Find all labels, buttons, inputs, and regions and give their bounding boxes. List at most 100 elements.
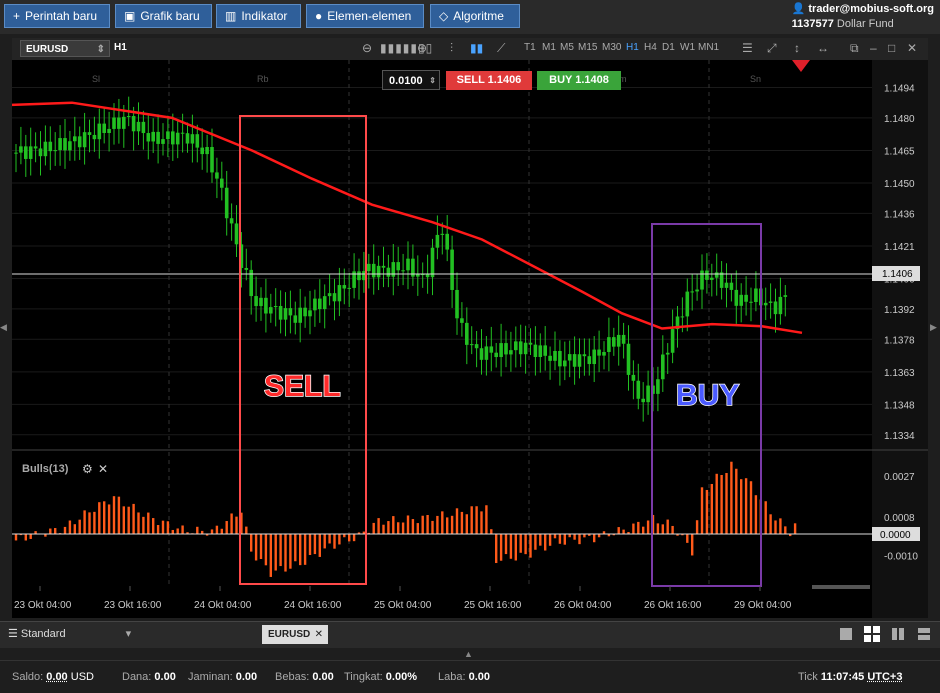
panel-toggle-icon[interactable]: ▲ bbox=[464, 649, 473, 659]
line-type-icon[interactable]: ⟋ bbox=[497, 41, 505, 56]
bulls-bar bbox=[157, 525, 159, 534]
candle-body bbox=[700, 271, 704, 290]
bulls-bar bbox=[397, 522, 399, 534]
sell-button[interactable]: SELL 1.1406 bbox=[446, 71, 532, 90]
bulls-bar bbox=[162, 521, 164, 534]
candle-body bbox=[107, 129, 111, 133]
bulls-bar bbox=[701, 487, 703, 534]
gear-icon[interactable]: ⚙ bbox=[82, 462, 93, 476]
candle-body bbox=[769, 301, 773, 302]
candle-body bbox=[754, 288, 758, 302]
bulls-bar bbox=[720, 475, 722, 534]
layout-rows-icon[interactable] bbox=[918, 628, 930, 640]
candle-body bbox=[151, 132, 155, 142]
candle-body bbox=[764, 303, 768, 305]
left-panel-toggle-icon[interactable]: ◀ bbox=[0, 322, 8, 338]
candle-body bbox=[774, 301, 778, 314]
algorithm-button[interactable]: ◇ Algoritme bbox=[430, 4, 520, 28]
bulls-bar bbox=[657, 523, 659, 534]
bulls-bar bbox=[177, 528, 179, 534]
bulls-bar bbox=[103, 501, 105, 534]
close-indicator-icon[interactable]: ✕ bbox=[98, 462, 108, 476]
layout-selector[interactable]: ☰ Standard ▾ bbox=[8, 627, 131, 640]
layout-columns-icon[interactable] bbox=[892, 628, 904, 640]
new-chart-button[interactable]: ▣ Grafik baru bbox=[115, 4, 212, 28]
layout-single-icon[interactable] bbox=[840, 628, 852, 640]
indicator-list-icon[interactable]: ☰ bbox=[742, 41, 753, 55]
candle-body bbox=[578, 354, 582, 366]
time-tick-label: 26 Okt 04:00 bbox=[554, 600, 612, 611]
symbol-selector[interactable]: EURUSD ⇕ bbox=[20, 40, 110, 57]
candle-body bbox=[627, 344, 631, 375]
indicator-tick-label: -0.0010 bbox=[884, 552, 918, 563]
scroll-icon[interactable]: ↔ bbox=[817, 41, 829, 55]
zoom-out-icon[interactable]: ⊖ bbox=[362, 41, 372, 55]
candle-body bbox=[377, 266, 381, 277]
timeframe-h1[interactable]: H1 bbox=[626, 42, 639, 53]
candle-body bbox=[529, 343, 533, 345]
price-chart[interactable]: Sl Rb m Sn 1.14941.14801.14651.14501.14361.… bbox=[12, 60, 928, 618]
close-icon[interactable]: ✕ bbox=[907, 41, 917, 55]
candle-type-icon[interactable]: ▮▮ bbox=[470, 41, 483, 55]
time-tick-label: 29 Okt 04:00 bbox=[734, 600, 792, 611]
bulls-bar bbox=[500, 534, 502, 561]
timeframe-t1[interactable]: T1 bbox=[524, 42, 536, 53]
bulls-bar bbox=[221, 529, 223, 534]
bulls-bar bbox=[417, 523, 419, 534]
horizontal-scrollbar[interactable] bbox=[812, 585, 870, 589]
right-panel-toggle-icon[interactable]: ▶ bbox=[930, 322, 938, 338]
main-toolbar: + Perintah baru ▣ Grafik baru ▥ Indikator ●… bbox=[0, 0, 940, 34]
bulls-bar bbox=[671, 526, 673, 534]
indicators-button[interactable]: ▥ Indikator bbox=[216, 4, 301, 28]
candle-body bbox=[607, 337, 611, 352]
timeframe-d1[interactable]: D1 bbox=[662, 42, 675, 53]
bar-type-icon[interactable]: ⫶ bbox=[450, 41, 453, 56]
account-info[interactable]: 👤 trader@mobius-soft.org 1137577 Dollar … bbox=[792, 2, 934, 32]
bulls-bar bbox=[123, 506, 125, 534]
timeframe-m1[interactable]: M1 bbox=[542, 42, 556, 53]
candle-body bbox=[98, 124, 102, 140]
candle-body bbox=[548, 356, 552, 361]
timeframe-h4[interactable]: H4 bbox=[644, 42, 657, 53]
bulls-bar bbox=[451, 516, 453, 534]
expand-icon[interactable]: ⤢ bbox=[767, 41, 777, 56]
candle-body bbox=[367, 264, 371, 271]
timeframe-m15[interactable]: M15 bbox=[578, 42, 597, 53]
bulls-bar bbox=[118, 497, 120, 534]
candle-body bbox=[725, 283, 729, 288]
candle-body bbox=[646, 386, 650, 403]
candle-body bbox=[78, 136, 82, 147]
candle-body bbox=[181, 133, 185, 134]
maximize-icon[interactable]: □ bbox=[888, 41, 895, 55]
candle-body bbox=[269, 307, 273, 313]
timeframe-m30[interactable]: M30 bbox=[602, 42, 621, 53]
candle-body bbox=[661, 355, 665, 380]
candle-body bbox=[681, 316, 685, 317]
close-tab-icon[interactable]: ✕ bbox=[315, 625, 323, 644]
bulls-bar bbox=[578, 534, 580, 544]
crosshair-icon[interactable]: ↕ bbox=[794, 41, 800, 55]
zoom-in-icon[interactable]: ⊕ bbox=[417, 41, 427, 55]
chevron-down-icon: ▾ bbox=[126, 628, 132, 640]
timeframe-m5[interactable]: M5 bbox=[560, 42, 574, 53]
new-order-button[interactable]: + Perintah baru bbox=[4, 4, 110, 28]
timezone-selector[interactable]: UTC+3 bbox=[867, 671, 902, 683]
lot-input[interactable]: 0.0100 ⇕ bbox=[382, 70, 440, 90]
chart-panel[interactable]: EURUSD ⇕ H1 ⊖ ▮▮▮▮▮▯▯ ⊕ ⫶ ▮▮ ⟋ T1 M1 M5 M15 M… bbox=[12, 38, 928, 618]
candle-body bbox=[298, 308, 302, 323]
detach-icon[interactable]: ⧉ bbox=[850, 41, 859, 56]
timeframe-mn1[interactable]: MN1 bbox=[698, 42, 719, 53]
bulls-bar bbox=[593, 534, 595, 542]
minimize-icon[interactable]: – bbox=[870, 41, 877, 55]
buy-button[interactable]: BUY 1.1408 bbox=[537, 71, 621, 90]
bulls-bar bbox=[93, 512, 95, 534]
candle-body bbox=[392, 262, 396, 277]
bebas: Bebas: 0.00 bbox=[275, 671, 334, 683]
candle-body bbox=[220, 179, 224, 188]
layout-grid-icon[interactable] bbox=[864, 626, 880, 642]
timeframe-w1[interactable]: W1 bbox=[680, 42, 695, 53]
elements-button[interactable]: ● Elemen-elemen bbox=[306, 4, 424, 28]
chart-tab-eurusd[interactable]: EURUSD ✕ bbox=[262, 625, 328, 644]
jaminan: Jaminan: 0.00 bbox=[188, 671, 257, 683]
bulls-bar bbox=[338, 534, 340, 544]
